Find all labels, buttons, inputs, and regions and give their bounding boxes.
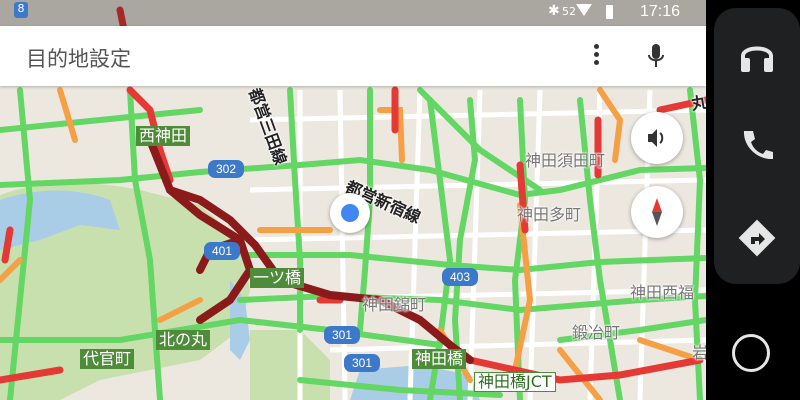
more-vert-icon[interactable]: [582, 41, 610, 71]
wifi-icon: [576, 4, 592, 16]
station-label: 西神田: [136, 126, 191, 146]
area-label: 神田西福: [630, 283, 695, 302]
station-label: 神田橋JCT: [474, 372, 556, 392]
search-bar[interactable]: 目的地設定: [0, 26, 706, 86]
destination-input[interactable]: 目的地設定: [26, 43, 131, 73]
area-label: 鍛冶町: [572, 323, 621, 342]
status-time: 17:16: [640, 3, 681, 20]
station-label: 代官町: [80, 349, 135, 369]
route-shield: 301: [324, 326, 361, 344]
compass-button[interactable]: [631, 186, 683, 238]
headphones-icon: [741, 46, 773, 72]
route-shield: 403: [442, 268, 479, 286]
mic-icon[interactable]: [640, 40, 672, 72]
station-label: 北の丸: [156, 330, 211, 350]
phone-button[interactable]: [714, 110, 800, 182]
signal-value: 52: [562, 5, 576, 18]
volume-icon: [648, 129, 664, 147]
route-badge: 8: [14, 2, 28, 18]
area-label: 岩: [692, 343, 706, 362]
compass-icon: [652, 198, 662, 226]
rail-buttons: [714, 8, 800, 284]
station-label: 神田橋: [412, 349, 467, 369]
area-label: 神田錦町: [362, 295, 427, 314]
route-shield: 401: [204, 242, 241, 260]
home-icon[interactable]: [732, 334, 770, 372]
navigation-icon: [738, 219, 776, 257]
route-shield: 302: [208, 160, 245, 178]
status-bar: 8 ✱ 52 17:16: [0, 0, 706, 26]
battery-icon: [606, 5, 613, 19]
app-rail: [706, 0, 800, 400]
volume-button[interactable]: [631, 112, 683, 164]
phone-icon: [743, 131, 773, 160]
station-label: 一ツ橋: [250, 268, 305, 288]
area-label: 神田多町: [517, 205, 582, 224]
route-shield: 301: [344, 354, 381, 372]
media-button[interactable]: [714, 20, 800, 92]
area-label: 神田須田町: [525, 151, 606, 170]
location-dot: [341, 204, 359, 222]
current-location-marker: [330, 193, 370, 233]
bluetooth-icon: ✱: [548, 3, 560, 19]
navigation-button[interactable]: [714, 202, 800, 274]
